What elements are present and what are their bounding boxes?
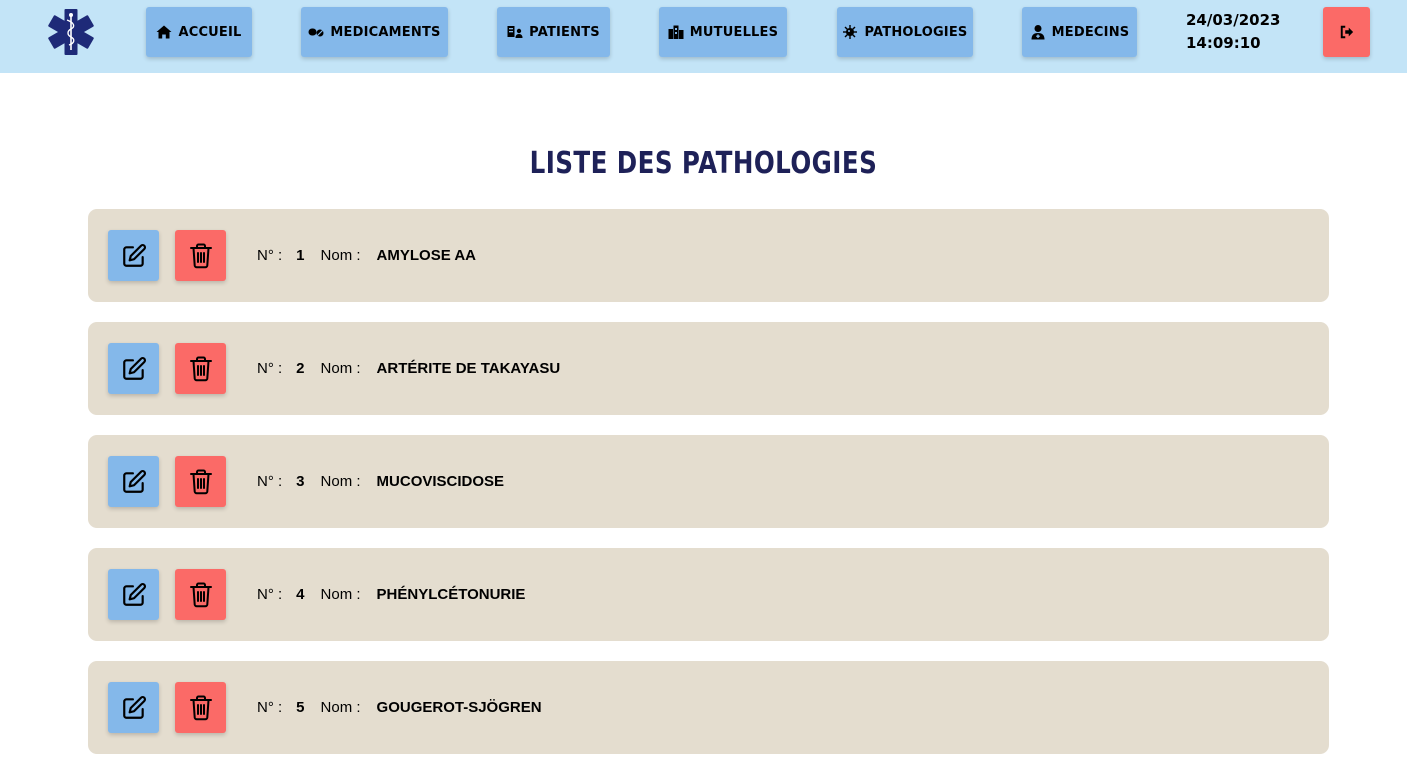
buildings-icon (668, 25, 684, 39)
trash-icon (189, 695, 212, 720)
number-label: N° : (257, 473, 283, 490)
name-label: Nom : (320, 586, 361, 603)
pathology-row: N° : 3 Nom : MUCOVISCIDOSE (88, 435, 1329, 528)
name-label: Nom : (320, 360, 361, 377)
number-label: N° : (257, 247, 283, 264)
pathology-name: ARTÉRITE DE TAKAYASU (376, 360, 561, 377)
pathology-row: N° : 4 Nom : PHÉNYLCÉTONURIE (88, 548, 1329, 641)
delete-button[interactable] (175, 682, 226, 733)
pathology-name: PHÉNYLCÉTONURIE (376, 586, 526, 603)
virus-icon (843, 25, 858, 39)
star-of-life-icon[interactable] (45, 8, 97, 56)
current-date: 24/03/2023 (1186, 11, 1281, 29)
nav-medecins-button[interactable]: MEDECINS (1022, 7, 1137, 57)
edit-button[interactable] (108, 682, 159, 733)
nav-patients-button[interactable]: PATIENTS (497, 7, 610, 57)
doctor-icon (1031, 25, 1045, 40)
edit-icon (122, 469, 146, 493)
row-details: N° : 1 Nom : AMYLOSE AA (257, 209, 476, 302)
number-label: N° : (257, 586, 283, 603)
nav-mutuelles-label: MUTUELLES (689, 24, 779, 40)
edit-icon (122, 695, 146, 719)
trash-icon (189, 356, 212, 381)
nav-medecins-label: MEDECINS (1051, 24, 1130, 40)
name-label: Nom : (320, 247, 361, 264)
page-title: LISTE DES PATHOLOGIES (529, 146, 878, 181)
pathology-number: 2 (296, 360, 305, 377)
pathology-number: 4 (296, 586, 305, 603)
delete-button[interactable] (175, 456, 226, 507)
pathology-name: AMYLOSE AA (376, 247, 476, 264)
nav-mutuelles-button[interactable]: MUTUELLES (659, 7, 787, 57)
logout-icon (1340, 25, 1353, 39)
delete-button[interactable] (175, 343, 226, 394)
delete-button[interactable] (175, 569, 226, 620)
number-label: N° : (257, 360, 283, 377)
row-details: N° : 3 Nom : MUCOVISCIDOSE (257, 435, 504, 528)
edit-icon (122, 582, 146, 606)
nav-medicaments-label: MEDICAMENTS (330, 24, 441, 40)
edit-icon (122, 356, 146, 380)
pathology-number: 5 (296, 699, 305, 716)
row-details: N° : 2 Nom : ARTÉRITE DE TAKAYASU (257, 322, 560, 415)
pathology-number: 1 (296, 247, 305, 264)
row-details: N° : 5 Nom : GOUGEROT-SJÖGREN (257, 661, 542, 754)
home-icon (156, 25, 172, 39)
nav-medicaments-button[interactable]: MEDICAMENTS (301, 7, 448, 57)
pathology-name: MUCOVISCIDOSE (376, 473, 505, 490)
edit-button[interactable] (108, 230, 159, 281)
trash-icon (189, 469, 212, 494)
pathology-row: N° : 1 Nom : AMYLOSE AA (88, 209, 1329, 302)
nav-pathologies-button[interactable]: PATHOLOGIES (837, 7, 973, 57)
pills-icon (308, 28, 324, 37)
edit-button[interactable] (108, 456, 159, 507)
nav-accueil-button[interactable]: ACCUEIL (146, 7, 252, 57)
datetime-display: 24/03/2023 14:09:10 (1186, 9, 1280, 55)
row-details: N° : 4 Nom : PHÉNYLCÉTONURIE (257, 548, 525, 641)
pathology-row: N° : 5 Nom : GOUGEROT-SJÖGREN (88, 661, 1329, 754)
name-label: Nom : (320, 473, 361, 490)
number-label: N° : (257, 699, 283, 716)
pathology-row: N° : 2 Nom : ARTÉRITE DE TAKAYASU (88, 322, 1329, 415)
trash-icon (189, 243, 212, 268)
current-time: 14:09:10 (1186, 34, 1261, 52)
name-label: Nom : (320, 699, 361, 716)
nav-accueil-label: ACCUEIL (178, 24, 242, 40)
logout-button[interactable] (1323, 7, 1370, 57)
delete-button[interactable] (175, 230, 226, 281)
edit-button[interactable] (108, 569, 159, 620)
trash-icon (189, 582, 212, 607)
pathology-number: 3 (296, 473, 305, 490)
nav-pathologies-label: PATHOLOGIES (864, 24, 968, 40)
edit-button[interactable] (108, 343, 159, 394)
top-navbar: ACCUEIL MEDICAMENTS PATIENTS MUTUELLES P… (0, 0, 1407, 73)
patients-icon (507, 26, 523, 38)
edit-icon (122, 243, 146, 267)
nav-patients-label: PATIENTS (529, 24, 600, 40)
pathology-name: GOUGEROT-SJÖGREN (376, 699, 542, 716)
